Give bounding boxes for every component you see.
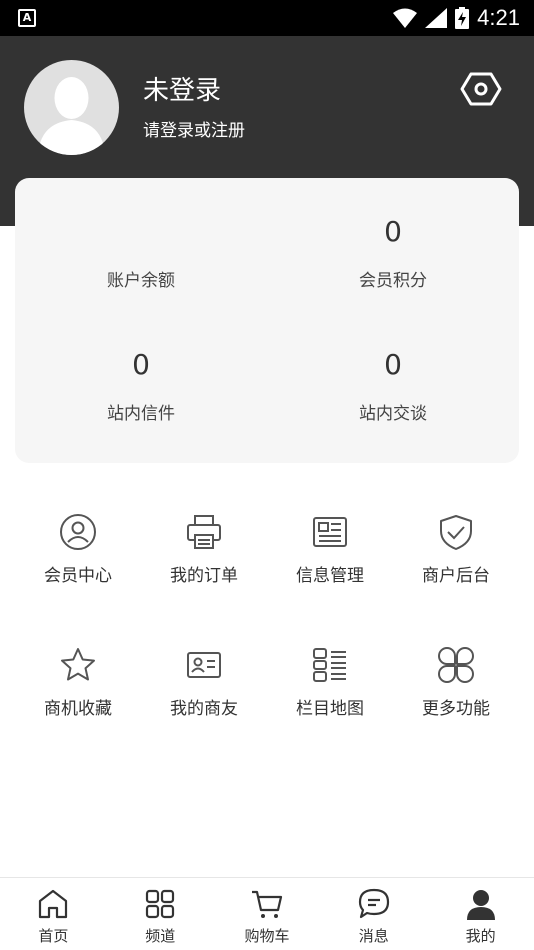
func-info-management[interactable]: 信息管理 xyxy=(267,513,393,586)
signal-icon xyxy=(425,8,448,28)
username[interactable]: 未登录 xyxy=(143,70,221,107)
clock: 4:21 xyxy=(477,5,520,30)
cart-icon xyxy=(251,890,283,918)
func-favorites[interactable]: 商机收藏 xyxy=(15,646,141,719)
func-label: 更多功能 xyxy=(422,699,490,719)
login-register-link[interactable]: 请登录或注册 xyxy=(143,116,245,141)
func-my-orders[interactable]: 我的订单 xyxy=(141,513,267,586)
nav-label: 我的 xyxy=(465,927,496,945)
settings-button[interactable] xyxy=(460,68,502,110)
nav-label: 消息 xyxy=(358,927,389,945)
stat-label: 会员积分 xyxy=(359,271,427,291)
stat-mail[interactable]: 0 站内信件 xyxy=(15,345,267,424)
stat-label: 账户余额 xyxy=(107,271,175,291)
printer-icon xyxy=(187,515,221,549)
nav-cart[interactable]: 购物车 xyxy=(214,878,321,950)
func-member-center[interactable]: 会员中心 xyxy=(15,513,141,586)
user-circle-icon xyxy=(60,514,96,550)
grid-icon xyxy=(146,889,175,919)
func-more[interactable]: 更多功能 xyxy=(393,646,519,719)
shield-check-icon xyxy=(440,515,472,550)
func-label: 商机收藏 xyxy=(44,699,112,719)
func-site-map[interactable]: 栏目地图 xyxy=(267,646,393,719)
status-icons: 4:21 xyxy=(393,0,520,36)
settings-hexagon-icon xyxy=(460,72,502,106)
nav-label: 购物车 xyxy=(244,927,290,945)
nav-label: 首页 xyxy=(38,927,69,945)
stat-balance[interactable]: 账户余额 xyxy=(15,212,267,291)
stat-label: 站内交谈 xyxy=(359,404,427,424)
stat-value: 0 xyxy=(384,215,402,248)
func-label: 商户后台 xyxy=(422,566,490,586)
nav-messages[interactable]: 消息 xyxy=(320,878,427,950)
notification-a-icon: A xyxy=(18,9,36,27)
avatar[interactable] xyxy=(24,60,119,155)
nav-channel[interactable]: 频道 xyxy=(107,878,214,950)
star-icon xyxy=(61,648,95,681)
nav-label: 频道 xyxy=(145,927,176,945)
wifi-icon xyxy=(393,8,418,28)
person-icon xyxy=(466,890,495,920)
func-label: 我的商友 xyxy=(170,699,238,719)
func-label: 会员中心 xyxy=(44,566,112,586)
stat-value xyxy=(15,212,267,252)
func-my-contacts[interactable]: 我的商友 xyxy=(141,646,267,719)
home-icon xyxy=(39,889,68,919)
default-avatar-icon xyxy=(38,77,105,155)
func-label: 我的订单 xyxy=(170,566,238,586)
func-label: 栏目地图 xyxy=(296,699,364,719)
func-merchant-backend[interactable]: 商户后台 xyxy=(393,513,519,586)
status-bar: A 4:21 xyxy=(0,0,534,36)
battery-charging-icon xyxy=(455,7,470,29)
news-icon xyxy=(313,517,347,547)
stat-value: 0 xyxy=(132,348,150,381)
id-card-icon xyxy=(187,652,221,678)
stat-value: 0 xyxy=(384,348,402,381)
nav-home[interactable]: 首页 xyxy=(0,878,107,950)
bottom-nav: 首页 频道 购物车 消息 我的 xyxy=(0,877,534,950)
func-label: 信息管理 xyxy=(296,566,364,586)
nav-mine[interactable]: 我的 xyxy=(427,878,534,950)
stat-points[interactable]: 0 会员积分 xyxy=(267,212,519,291)
clover-icon xyxy=(438,647,474,683)
account-stats-card: 账户余额 0 会员积分 0 站内信件 0 站内交谈 xyxy=(15,178,519,463)
message-icon xyxy=(358,888,389,919)
stat-chat[interactable]: 0 站内交谈 xyxy=(267,345,519,424)
list-icon xyxy=(313,648,346,682)
stat-label: 站内信件 xyxy=(107,404,175,424)
